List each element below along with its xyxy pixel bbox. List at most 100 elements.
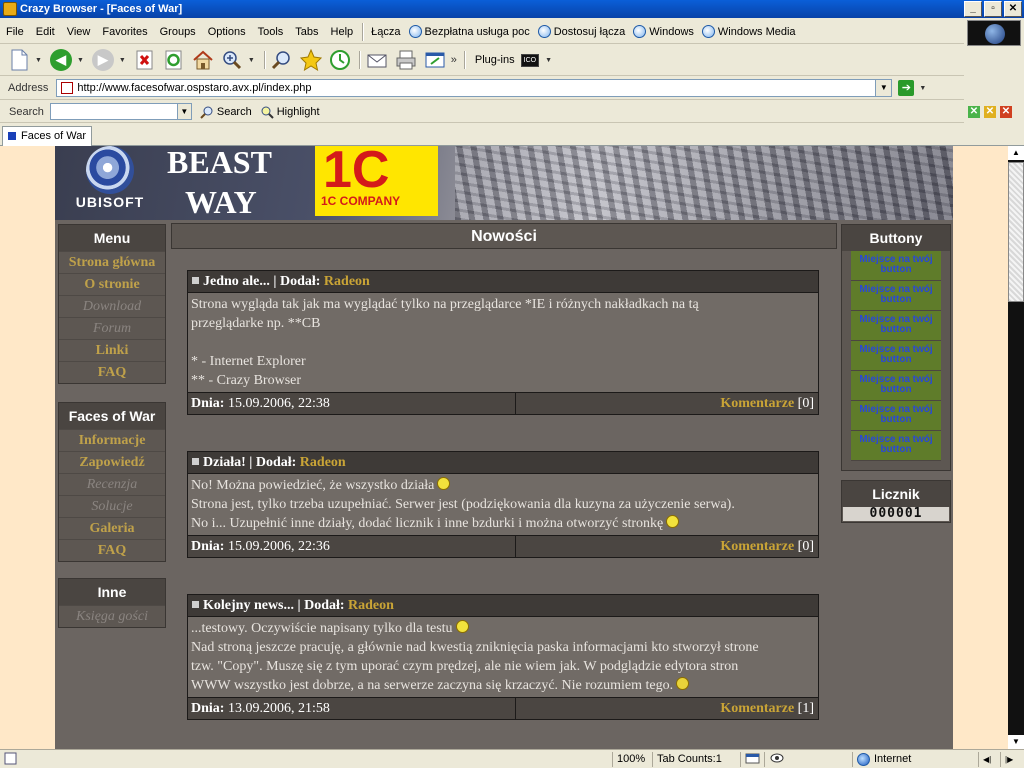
links-label[interactable]: Łącza xyxy=(367,26,404,38)
stop-icon xyxy=(136,50,153,70)
nav-strona-glowna[interactable]: Strona główna xyxy=(59,251,165,273)
status-popup-icon[interactable] xyxy=(740,752,764,767)
menu-tabs[interactable]: Tabs xyxy=(289,26,324,38)
menu-file[interactable]: File xyxy=(0,26,30,38)
zoom-dropdown[interactable]: ▼ xyxy=(248,57,255,64)
nav-solucje: Solucje xyxy=(59,495,165,517)
button-slot[interactable]: Miejsce na twój button xyxy=(851,341,941,371)
back-button[interactable]: ◀ xyxy=(48,47,74,73)
tab-close-icon[interactable]: ✕ xyxy=(1000,106,1012,118)
menu-view[interactable]: View xyxy=(61,26,97,38)
status-next-icon[interactable]: |▶ xyxy=(1000,752,1022,767)
news-author[interactable]: Radeon xyxy=(348,598,394,613)
status-eye-icon[interactable] xyxy=(764,752,788,767)
button-slot[interactable]: Miejsce na twój button xyxy=(851,401,941,431)
address-dropdown[interactable]: ▼ xyxy=(875,80,892,96)
print-button[interactable] xyxy=(393,47,419,73)
search-label: Search xyxy=(9,105,44,118)
link-free-service[interactable]: Bezpłatna usługa poc xyxy=(405,25,534,38)
news-body: ...testowy. Oczywiście napisany tylko dl… xyxy=(191,620,759,693)
vertical-scrollbar[interactable]: ▲ ▼ xyxy=(1008,146,1024,749)
menu-favorites[interactable]: Favorites xyxy=(96,26,153,38)
highlight-button[interactable]: Highlight xyxy=(260,105,320,119)
news-author[interactable]: Radeon xyxy=(300,455,346,470)
title-bar[interactable]: Crazy Browser - [Faces of War] _ ▫ ✕ xyxy=(0,0,1024,18)
button-slot[interactable]: Miejsce na twój button xyxy=(851,431,941,461)
bullet-icon xyxy=(192,601,199,608)
address-bar: Address http://www.facesofwar.ospstaro.a… xyxy=(0,77,964,100)
nav-informacje[interactable]: Informacje xyxy=(59,429,165,451)
link-windows-media[interactable]: Windows Media xyxy=(698,25,800,38)
zoom-button[interactable] xyxy=(219,47,245,73)
button-slot[interactable]: Miejsce na twój button xyxy=(851,251,941,281)
status-zoom[interactable]: 100% xyxy=(612,752,652,767)
history-button[interactable] xyxy=(327,47,353,73)
menu-help[interactable]: Help xyxy=(325,26,360,38)
news-item: Jedno ale... | Dodał: Radeon Strona wygl… xyxy=(187,270,819,415)
1c-company-logo: 1C 1C COMPANY xyxy=(315,146,438,216)
nav-faq[interactable]: FAQ xyxy=(59,361,165,383)
new-page-button[interactable] xyxy=(6,47,32,73)
minimize-button[interactable]: _ xyxy=(964,1,982,17)
window-title: Crazy Browser - [Faces of War] xyxy=(20,3,183,15)
news-author[interactable]: Radeon xyxy=(324,274,370,289)
nav-galeria[interactable]: Galeria xyxy=(59,517,165,539)
plugins-label[interactable]: Plug-ins xyxy=(475,54,515,66)
status-prev-icon[interactable]: ◀| xyxy=(978,752,1000,767)
stop-button[interactable] xyxy=(132,47,158,73)
tab-close-others-icon[interactable]: ✕ xyxy=(984,106,996,118)
menu-edit[interactable]: Edit xyxy=(30,26,61,38)
scroll-up-icon[interactable]: ▲ xyxy=(1008,146,1024,160)
menu-groups[interactable]: Groups xyxy=(154,26,202,38)
separator xyxy=(362,22,365,41)
new-dropdown[interactable]: ▼ xyxy=(35,57,42,64)
search-button[interactable] xyxy=(269,47,295,73)
button-slot[interactable]: Miejsce na twój button xyxy=(851,281,941,311)
status-zone: Internet xyxy=(852,752,978,767)
window-arrange-button[interactable] xyxy=(422,47,448,73)
tab-ok-icon[interactable]: ✕ xyxy=(968,106,980,118)
favorites-button[interactable] xyxy=(298,47,324,73)
scroll-thumb[interactable] xyxy=(1008,162,1024,302)
search-go-button[interactable]: Search xyxy=(200,105,252,119)
nav-faq-game[interactable]: FAQ xyxy=(59,539,165,561)
home-button[interactable] xyxy=(190,47,216,73)
search-input[interactable]: ▼ xyxy=(49,103,192,120)
scroll-down-icon[interactable]: ▼ xyxy=(1008,735,1024,749)
page-icon xyxy=(61,82,74,94)
news-comments-link[interactable]: Komentarze [1] xyxy=(516,698,818,719)
news-comments-link[interactable]: Komentarze [0] xyxy=(516,536,818,557)
nav-o-stronie[interactable]: O stronie xyxy=(59,273,165,295)
back-dropdown[interactable]: ▼ xyxy=(77,57,84,64)
main-column: Nowości Jedno ale... | Dodał: Radeon Str… xyxy=(171,220,837,749)
forward-button[interactable]: ▶ xyxy=(90,47,116,73)
button-slot[interactable]: Miejsce na twój button xyxy=(851,371,941,401)
ico-plugin-icon[interactable]: ICO xyxy=(520,53,540,67)
link-customize[interactable]: Dostosuj łącza xyxy=(534,25,630,38)
toolbar-more[interactable]: » xyxy=(451,54,457,66)
visit-counter: 000001 xyxy=(843,507,949,521)
buttons-box: Buttony Miejsce na twój button Miejsce n… xyxy=(841,224,951,471)
refresh-icon xyxy=(165,50,182,70)
nav-forum: Forum xyxy=(59,317,165,339)
search-dropdown[interactable]: ▼ xyxy=(176,104,191,119)
refresh-button[interactable] xyxy=(161,47,187,73)
button-slot[interactable]: Miejsce na twój button xyxy=(851,311,941,341)
maximize-button[interactable]: ▫ xyxy=(984,1,1002,17)
menu-tools[interactable]: Tools xyxy=(252,26,290,38)
go-button[interactable]: ➔ xyxy=(898,80,915,96)
address-input[interactable]: http://www.facesofwar.ospstaro.avx.pl/in… xyxy=(56,79,893,97)
forward-dropdown[interactable]: ▼ xyxy=(119,57,126,64)
plugins-dropdown[interactable]: ▼ xyxy=(545,57,552,64)
menu-options[interactable]: Options xyxy=(202,26,252,38)
close-button[interactable]: ✕ xyxy=(1004,1,1022,17)
mail-button[interactable] xyxy=(364,47,390,73)
news-comments-link[interactable]: Komentarze [0] xyxy=(516,393,818,414)
nav-ksiega-gosci: Księga gości xyxy=(59,605,165,627)
go-dropdown[interactable]: ▼ xyxy=(919,85,926,92)
nav-linki[interactable]: Linki xyxy=(59,339,165,361)
nav-zapowiedz[interactable]: Zapowiedź xyxy=(59,451,165,473)
tab-faces-of-war[interactable]: Faces of War xyxy=(2,126,92,146)
link-windows[interactable]: Windows xyxy=(629,25,698,38)
status-tab-count: Tab Counts:1 xyxy=(652,752,740,767)
